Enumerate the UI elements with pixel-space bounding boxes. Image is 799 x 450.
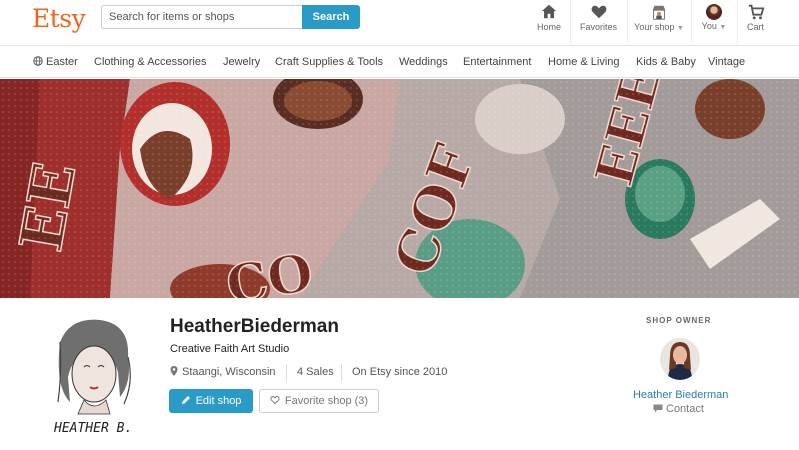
nav-cart-label: Cart [746, 22, 764, 32]
nav-favorites[interactable]: Favorites [570, 0, 626, 46]
shop-avatar-portrait: HEATHER B. [40, 312, 144, 440]
shop-location: Staangi, Wisconsin [170, 366, 276, 378]
nav-you[interactable]: You ▼ [691, 0, 736, 46]
heart-outline-icon [270, 396, 280, 405]
nav-cart[interactable]: Cart [737, 0, 773, 46]
category-home-living[interactable]: Home & Living [548, 56, 620, 68]
chevron-down-icon: ▼ [676, 25, 684, 32]
owner-photo [660, 338, 700, 380]
nav-home[interactable]: Home [529, 0, 569, 46]
category-clothing[interactable]: Clothing & Accessories [94, 56, 207, 68]
shop-since: On Etsy since 2010 [352, 366, 448, 378]
edit-shop-button[interactable]: Edit shop [169, 389, 253, 413]
globe-icon [33, 56, 43, 66]
nav-favorites-label: Favorites [579, 22, 617, 32]
search-input[interactable] [101, 5, 302, 29]
favorite-shop-button[interactable]: Favorite shop (3) [259, 389, 379, 413]
shop-name: HeatherBiederman [170, 316, 339, 337]
divider [286, 364, 287, 382]
nav-home-label: Home [536, 22, 561, 32]
category-entertainment[interactable]: Entertainment [463, 56, 531, 68]
category-label: Easter [46, 56, 78, 68]
nav-your-shop[interactable]: Your shop ▼ [627, 0, 690, 46]
category-easter[interactable]: Easter [33, 56, 78, 68]
shop-title: Creative Faith Art Studio [170, 343, 290, 355]
banner-image: EE COF CO EEE [0, 79, 799, 298]
owner-avatar[interactable] [660, 338, 700, 380]
contact-label: Contact [666, 403, 704, 415]
category-vintage[interactable]: Vintage [708, 56, 745, 68]
category-nav: Easter Clothing & Accessories Jewelry Cr… [0, 47, 799, 78]
nav-you-label: You [701, 21, 717, 31]
category-weddings[interactable]: Weddings [399, 56, 448, 68]
heart-icon [591, 5, 606, 19]
shop-avatar[interactable]: HEATHER B. [40, 312, 144, 440]
divider [341, 364, 342, 382]
category-jewelry[interactable]: Jewelry [223, 56, 260, 68]
shop-banner: EE COF CO EEE [0, 79, 799, 298]
chevron-down-icon: ▼ [719, 24, 727, 31]
etsy-logo[interactable]: Etsy [32, 4, 86, 33]
search-button[interactable]: Search [302, 5, 360, 29]
shop-location-label: Staangi, Wisconsin [182, 366, 276, 378]
shop-icon [652, 5, 666, 20]
location-pin-icon [170, 366, 178, 376]
cart-icon [748, 4, 764, 20]
avatar [706, 4, 722, 20]
nav-your-shop-label: Your shop [634, 22, 675, 32]
shop-sales[interactable]: 4 Sales [297, 366, 334, 378]
pencil-icon [181, 396, 190, 404]
home-icon [541, 4, 557, 19]
contact-owner-link[interactable]: Contact [653, 403, 704, 415]
edit-shop-label: Edit shop [195, 395, 242, 407]
avatar-signature: HEATHER B. [53, 421, 132, 436]
site-header: Etsy Search Home Favorites Your shop ▼ Y… [0, 0, 799, 46]
favorite-shop-label: Favorite shop (3) [284, 395, 369, 407]
category-kids-baby[interactable]: Kids & Baby [636, 56, 696, 68]
message-icon [653, 404, 663, 413]
category-craft-supplies[interactable]: Craft Supplies & Tools [275, 56, 383, 68]
owner-name[interactable]: Heather Biederman [633, 389, 728, 401]
shop-owner-heading: SHOP OWNER [646, 316, 712, 325]
